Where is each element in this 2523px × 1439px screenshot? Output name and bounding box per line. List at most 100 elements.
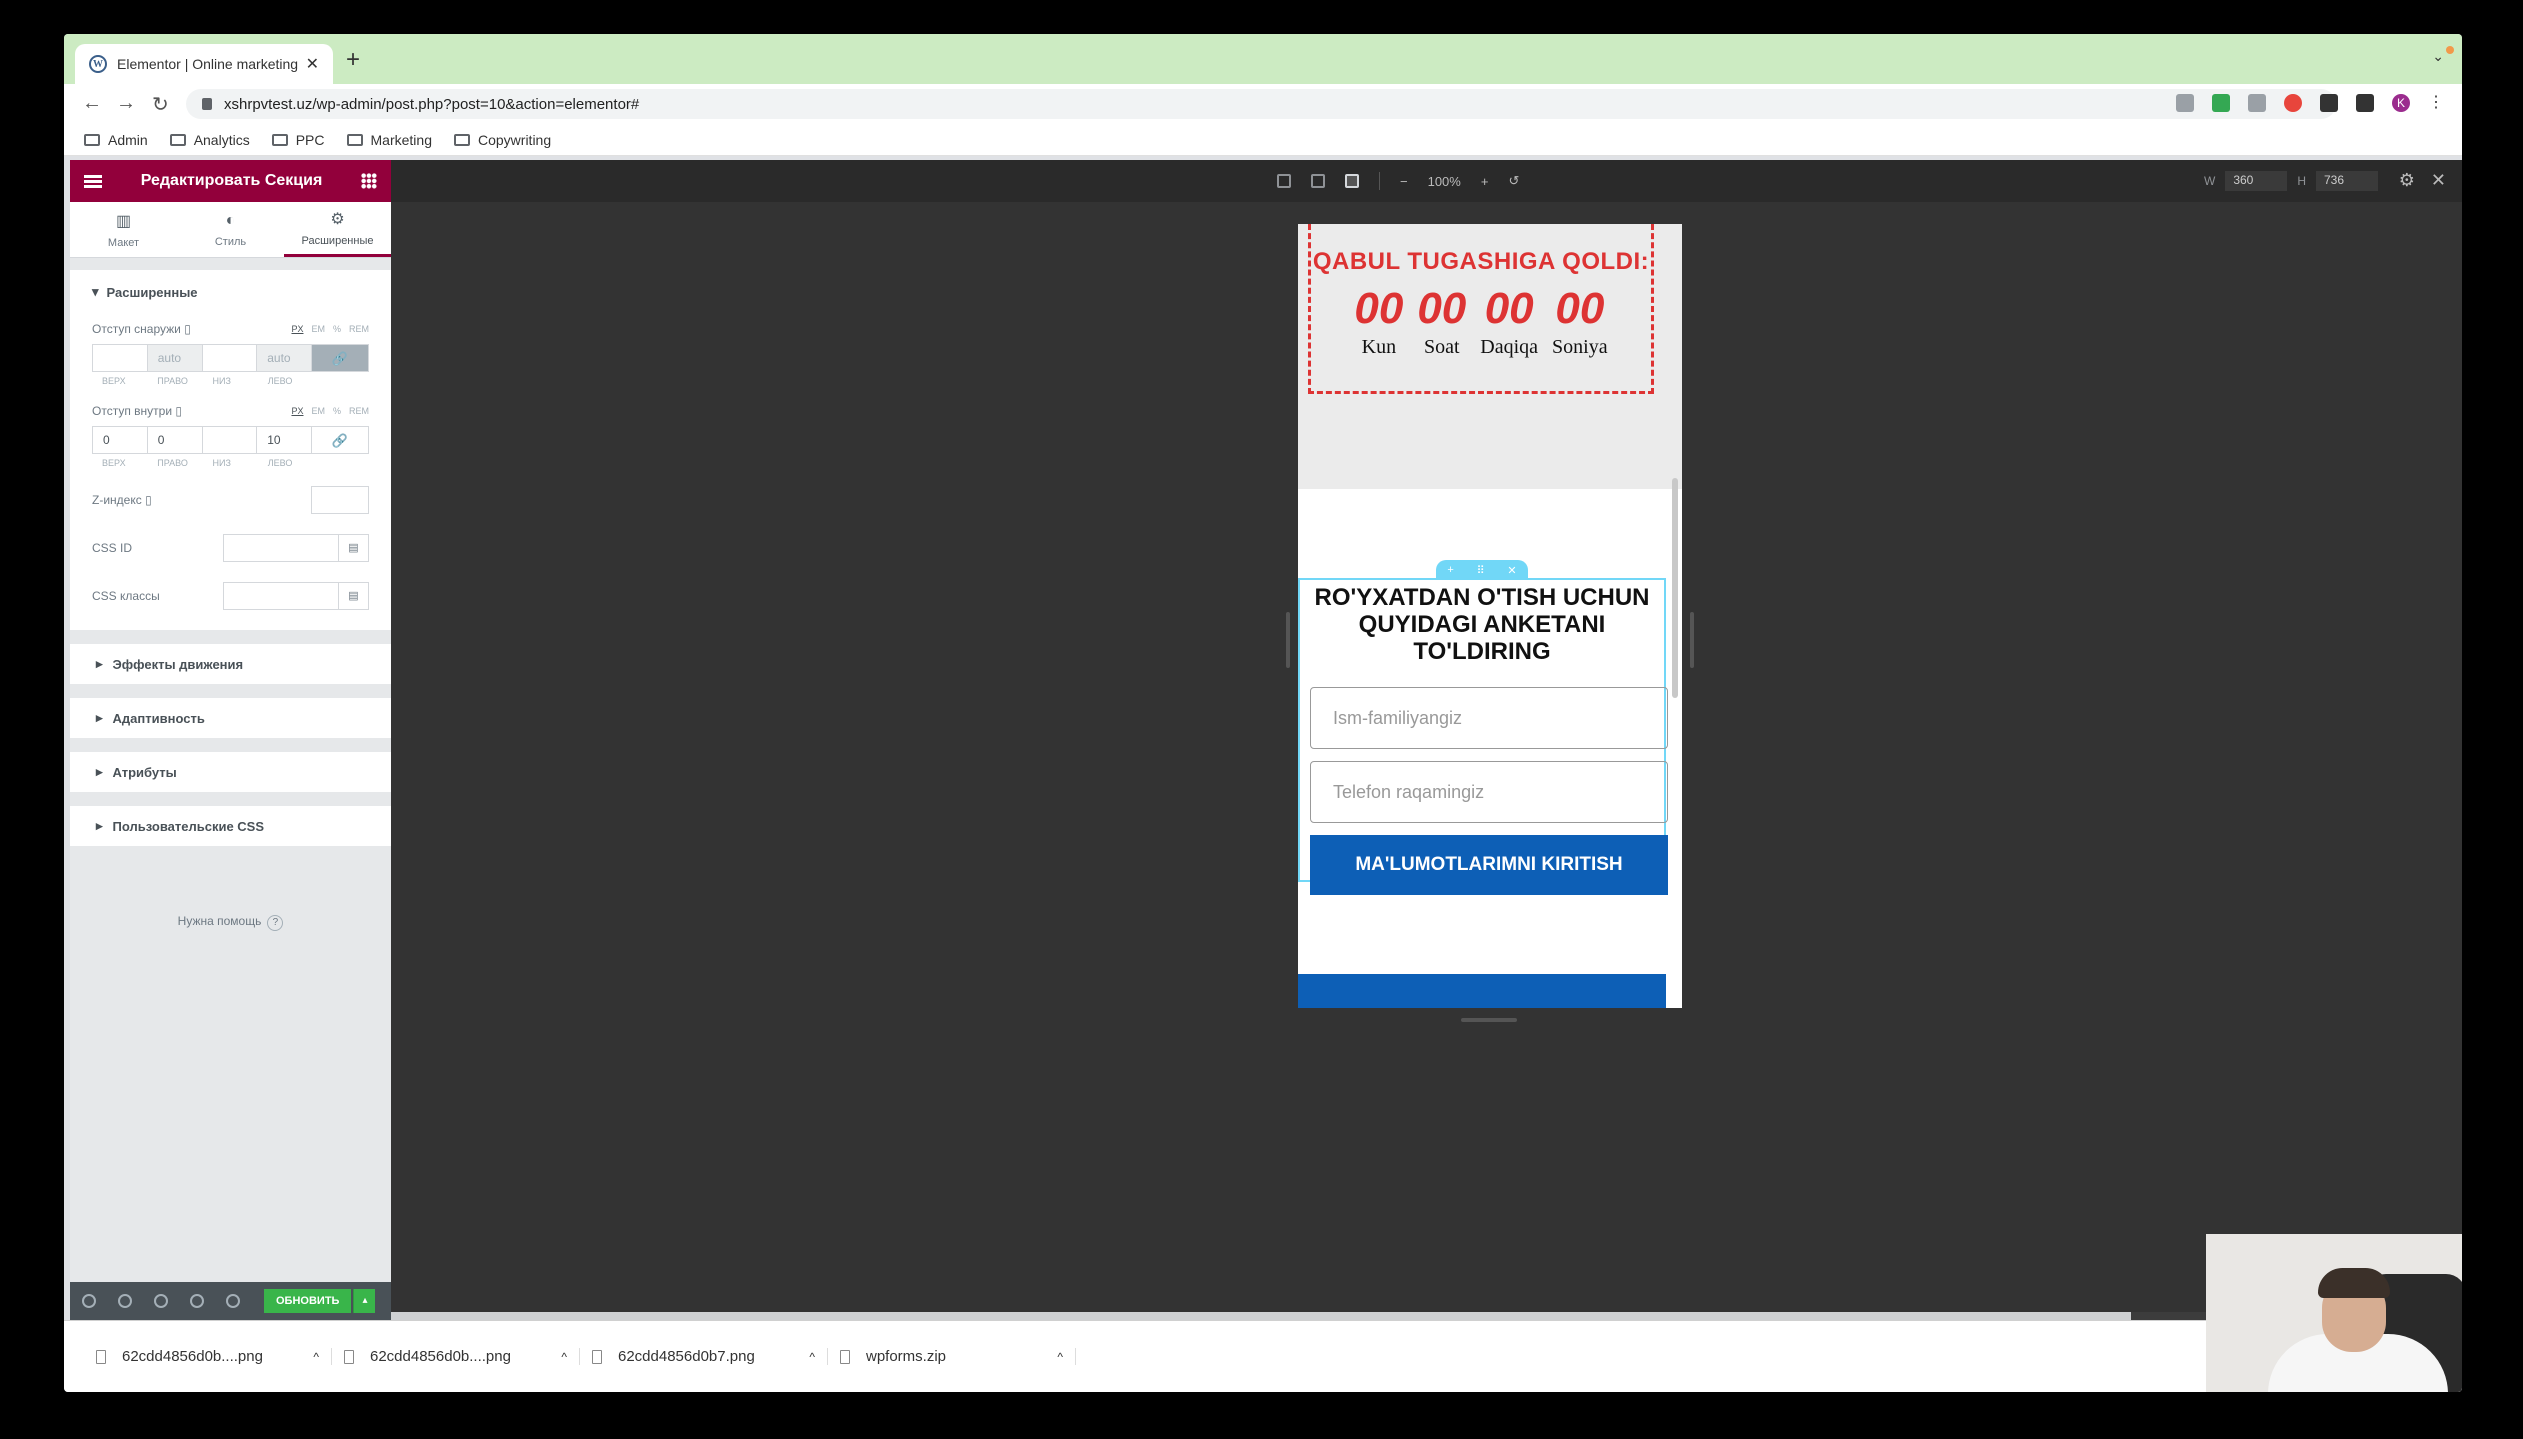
lock-icon[interactable]	[202, 98, 212, 110]
responsive-mobile-icon[interactable]: ▯	[145, 493, 152, 507]
preview-scrollbar[interactable]	[1672, 478, 1678, 698]
unit-px[interactable]: PX	[291, 406, 303, 416]
delete-section-icon[interactable]: ✕	[1507, 564, 1516, 577]
motion-effects-section[interactable]: ▸ Эффекты движения	[70, 644, 391, 684]
bookmark-copywriting[interactable]: Copywriting	[453, 132, 551, 148]
unit-percent[interactable]: %	[333, 324, 341, 334]
browser-tab[interactable]: W Elementor | Online marketing k ✕	[75, 44, 333, 84]
new-tab-button[interactable]: +	[346, 46, 360, 74]
resize-handle-bottom[interactable]	[1461, 1018, 1517, 1022]
unit-px[interactable]: PX	[291, 324, 303, 334]
code-extension-icon[interactable]	[2176, 94, 2194, 112]
drag-handle-icon[interactable]: ⠿	[1477, 564, 1485, 577]
responsive-mode-icon[interactable]	[190, 1294, 204, 1308]
width-input[interactable]: 360	[2225, 171, 2288, 191]
chevron-up-icon[interactable]: ^	[809, 1350, 815, 1364]
desktop-icon[interactable]	[1277, 174, 1291, 188]
preview-eye-icon[interactable]	[226, 1294, 240, 1308]
advanced-section-toggle[interactable]: ▾ Расширенные	[92, 284, 369, 300]
back-arrow-icon[interactable]: ←	[82, 92, 102, 115]
responsive-mobile-icon[interactable]: ▯	[175, 404, 182, 418]
height-input[interactable]: 736	[2316, 171, 2378, 191]
color-extension-icon[interactable]	[2284, 94, 2302, 112]
name-field[interactable]: Ism-familiyangiz	[1310, 687, 1668, 749]
more-menu-icon[interactable]: ⋮	[2428, 94, 2446, 112]
navigator-icon[interactable]	[118, 1294, 132, 1308]
css-id-input[interactable]	[223, 534, 339, 562]
css-classes-input[interactable]	[223, 582, 339, 610]
settings-icon[interactable]	[82, 1294, 96, 1308]
zoom-out-icon[interactable]: −	[1400, 174, 1408, 189]
reload-icon[interactable]: ↻	[152, 92, 169, 117]
download-item[interactable]: 62cdd4856d0b7.png ^	[580, 1348, 828, 1365]
responsive-mobile-icon[interactable]: ▯	[184, 322, 191, 336]
profile-avatar[interactable]: K	[2392, 94, 2410, 112]
bookmark-marketing[interactable]: Marketing	[346, 132, 432, 148]
scrollbar-thumb[interactable]	[391, 1312, 2131, 1320]
attributes-section[interactable]: ▸ Атрибуты	[70, 752, 391, 792]
footer-section[interactable]	[1298, 974, 1666, 1008]
tab-advanced[interactable]: ⚙ Расширенные	[284, 202, 391, 257]
tab-style[interactable]: ◐ Стиль	[177, 202, 284, 257]
help-link[interactable]: Нужна помощь?	[70, 914, 391, 931]
download-item[interactable]: 62cdd4856d0b....png ^	[84, 1348, 332, 1365]
z-index-input[interactable]	[311, 486, 369, 514]
resize-handle-left[interactable]	[1286, 612, 1290, 668]
dynamic-tags-icon[interactable]: ▤	[339, 582, 369, 610]
unit-rem[interactable]: REM	[349, 324, 369, 334]
history-icon[interactable]	[154, 1294, 168, 1308]
chevron-up-icon[interactable]: ^	[1057, 1350, 1063, 1364]
padding-bottom-input[interactable]	[202, 427, 258, 453]
forward-arrow-icon[interactable]: →	[116, 92, 136, 115]
chevron-up-icon[interactable]: ^	[313, 1350, 319, 1364]
update-options-icon[interactable]: ▴	[353, 1289, 376, 1313]
margin-right-input[interactable]: auto	[147, 345, 203, 371]
margin-top-input[interactable]	[93, 345, 148, 371]
hamburger-menu-icon[interactable]	[84, 174, 102, 188]
zoom-in-icon[interactable]: +	[1481, 174, 1489, 189]
add-section-icon[interactable]: +	[1447, 564, 1453, 576]
margin-bottom-input[interactable]	[202, 345, 258, 371]
custom-css-section[interactable]: ▸ Пользовательские CSS	[70, 806, 391, 846]
widgets-grid-icon[interactable]	[361, 173, 377, 189]
phone-field[interactable]: Telefon raqamingiz	[1310, 761, 1668, 823]
extension-icon[interactable]	[2248, 94, 2266, 112]
chevron-up-icon[interactable]: ^	[561, 1350, 567, 1364]
resize-handle-right[interactable]	[1690, 612, 1694, 668]
settings-gear-icon[interactable]: ⚙	[2399, 170, 2415, 191]
padding-left-input[interactable]: 10	[257, 427, 312, 453]
link-values-icon[interactable]: 🔗	[312, 427, 368, 453]
puzzle-icon[interactable]	[2320, 94, 2338, 112]
countdown-section[interactable]: QABUL TUGASHIGA QOLDI: 00 Kun 00 Soat 00 Da…	[1298, 224, 1682, 489]
reset-zoom-icon[interactable]: ↺	[1508, 173, 1519, 189]
unit-em[interactable]: EM	[311, 324, 325, 334]
mobile-icon[interactable]	[1345, 174, 1359, 188]
form-section[interactable]: RO'YXATDAN O'TISH UCHUN QUYIDAGI ANKETAN…	[1298, 578, 1668, 895]
bookmark-analytics[interactable]: Analytics	[169, 132, 250, 148]
unit-em[interactable]: EM	[311, 406, 325, 416]
margin-left-input[interactable]: auto	[257, 345, 312, 371]
tab-layout[interactable]: ▥ Макет	[70, 202, 177, 257]
horizontal-scrollbar[interactable]	[391, 1312, 2462, 1320]
update-button[interactable]: ОБНОВИТЬ	[264, 1289, 352, 1313]
close-tab-icon[interactable]: ✕	[306, 54, 319, 74]
unit-rem[interactable]: REM	[349, 406, 369, 416]
sheets-extension-icon[interactable]	[2212, 94, 2230, 112]
unit-percent[interactable]: %	[333, 406, 341, 416]
download-item[interactable]: wpforms.zip ^	[828, 1348, 1076, 1365]
bookmark-admin[interactable]: Admin	[84, 132, 148, 148]
close-icon[interactable]: ✕	[2431, 170, 2446, 191]
tablet-icon[interactable]	[1311, 174, 1325, 188]
download-item[interactable]: 62cdd4856d0b....png ^	[332, 1348, 580, 1365]
section-handle[interactable]: + ⠿ ✕	[1436, 560, 1528, 580]
tab-search-icon[interactable]: ⌄	[2432, 48, 2444, 65]
link-values-icon[interactable]: 🔗	[312, 345, 368, 371]
url-bar[interactable]: xshrpvtest.uz/wp-admin/post.php?post=10&…	[186, 89, 2336, 119]
submit-button[interactable]: MA'LUMOTLARIMNI KIRITISH	[1310, 835, 1668, 895]
padding-right-input[interactable]: 0	[147, 427, 203, 453]
dynamic-tags-icon[interactable]: ▤	[339, 534, 369, 562]
bookmark-ppc[interactable]: PPC	[271, 132, 325, 148]
responsive-section[interactable]: ▸ Адаптивность	[70, 698, 391, 738]
padding-top-input[interactable]: 0	[93, 427, 148, 453]
side-panel-icon[interactable]	[2356, 94, 2374, 112]
